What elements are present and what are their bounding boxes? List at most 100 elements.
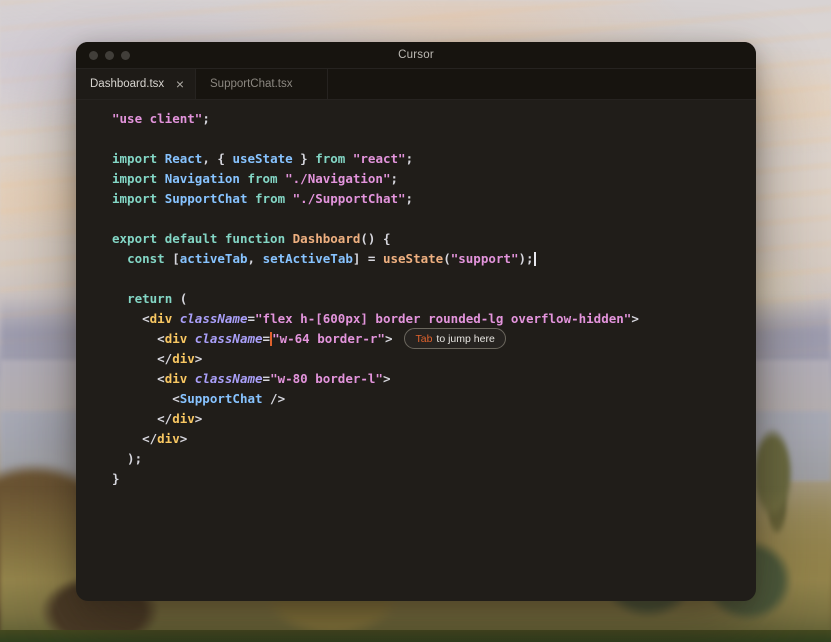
code-line[interactable]: </div> — [112, 429, 756, 449]
code-token: function — [224, 231, 286, 246]
tab-jump-hint-text: to jump here — [436, 332, 495, 345]
code-token: "w-80 border-l" — [270, 371, 383, 386]
code-token: div — [172, 351, 195, 366]
code-token: div — [172, 411, 195, 426]
code-token: SupportChat — [179, 391, 263, 406]
code-token: from — [247, 171, 278, 186]
code-line[interactable] — [112, 129, 756, 149]
code-line[interactable]: } — [112, 469, 756, 489]
code-token: ; — [405, 151, 414, 166]
tab-jump-hint-badge: Tab to jump here — [404, 328, 506, 349]
code-token: div — [149, 311, 173, 326]
code-line[interactable]: "use client"; — [112, 109, 756, 129]
code-token: default — [164, 231, 218, 246]
code-token: } — [292, 151, 316, 166]
tab-supportchat[interactable]: SupportChat.tsx — [196, 69, 328, 99]
code-line[interactable]: import Navigation from "./Navigation"; — [112, 169, 756, 189]
code-token: setActiveTab — [262, 251, 353, 266]
code-token: className — [179, 311, 248, 326]
code-token: SupportChat — [164, 191, 248, 206]
code-token: ( — [172, 291, 188, 306]
code-token: import — [112, 171, 158, 186]
window-controls — [89, 50, 130, 60]
code-token: import — [112, 151, 158, 166]
code-token: div — [164, 331, 188, 346]
code-line[interactable]: return ( — [112, 289, 756, 309]
code-token: /> — [262, 391, 286, 406]
text-cursor-caret — [533, 251, 536, 266]
tab-dashboard[interactable]: Dashboard.tsx × — [76, 69, 196, 99]
code-token: ; — [202, 111, 210, 126]
close-tab-icon[interactable]: × — [173, 77, 187, 91]
code-token: </ — [112, 411, 173, 426]
code-token: export — [112, 231, 158, 246]
code-token: "./SupportChat" — [292, 191, 406, 206]
code-token: from — [315, 151, 346, 166]
code-line[interactable]: ); — [112, 449, 756, 469]
tab-label: Dashboard.tsx — [90, 78, 165, 90]
close-window-button[interactable] — [89, 50, 98, 60]
window-titlebar[interactable]: Cursor — [76, 42, 756, 69]
code-token: className — [194, 331, 263, 346]
code-token: useState — [232, 151, 293, 166]
maximize-window-button[interactable] — [121, 50, 130, 60]
tab-key-label: Tab — [415, 332, 433, 345]
code-line[interactable]: <SupportChat /> — [112, 389, 756, 409]
code-token: () { — [360, 231, 391, 246]
code-token: = — [262, 331, 271, 346]
code-line[interactable]: </div> — [112, 409, 756, 429]
code-token: ( — [443, 251, 451, 266]
code-token: "./Navigation" — [285, 171, 391, 186]
code-token: > — [384, 331, 393, 346]
code-token: , — [247, 251, 263, 266]
code-token: < — [112, 391, 180, 406]
code-line[interactable]: import SupportChat from "./SupportChat"; — [112, 189, 756, 209]
code-line[interactable]: </div> — [112, 349, 756, 369]
code-token: ] = — [352, 251, 383, 266]
code-editor[interactable]: "use client"; import React, { useState } … — [76, 100, 756, 489]
tab-label: SupportChat.tsx — [210, 78, 293, 90]
code-line[interactable]: const [activeTab, setActiveTab] = useSta… — [112, 249, 756, 269]
code-token: className — [194, 371, 263, 386]
code-token: import — [112, 191, 158, 206]
code-token: from — [255, 191, 286, 206]
background-bottom-strip — [0, 630, 831, 642]
code-line[interactable]: <div className="flex h-[600px] border ro… — [112, 309, 756, 329]
code-line[interactable]: export default function Dashboard() { — [112, 229, 756, 249]
code-token: > — [194, 411, 203, 426]
code-token: return — [127, 291, 173, 306]
code-line[interactable] — [112, 269, 756, 289]
minimize-window-button[interactable] — [105, 50, 114, 60]
code-token: ); — [518, 251, 534, 266]
code-line[interactable] — [112, 209, 756, 229]
code-token: } — [112, 471, 120, 486]
code-token: </ — [112, 351, 173, 366]
code-token: < — [112, 371, 165, 386]
code-line[interactable]: import React, { useState } from "react"; — [112, 149, 756, 169]
code-token: React — [164, 151, 203, 166]
code-token: > — [382, 371, 391, 386]
code-token: "flex h-[600px] border rounded-lg overfl… — [255, 311, 632, 326]
code-line[interactable]: <div className="w-80 border-l"> — [112, 369, 756, 389]
code-token: < — [112, 331, 165, 346]
code-token: ; — [390, 171, 399, 186]
code-token: "react" — [352, 151, 406, 166]
window-title: Cursor — [398, 49, 434, 61]
code-token: Dashboard — [292, 231, 361, 246]
code-line[interactable]: <div className= "w-64 border-r"> Tab to jum… — [112, 328, 756, 349]
code-token: = — [262, 371, 271, 386]
code-token: > — [631, 311, 639, 326]
code-token: = — [247, 311, 256, 326]
code-token: ; — [405, 191, 414, 206]
